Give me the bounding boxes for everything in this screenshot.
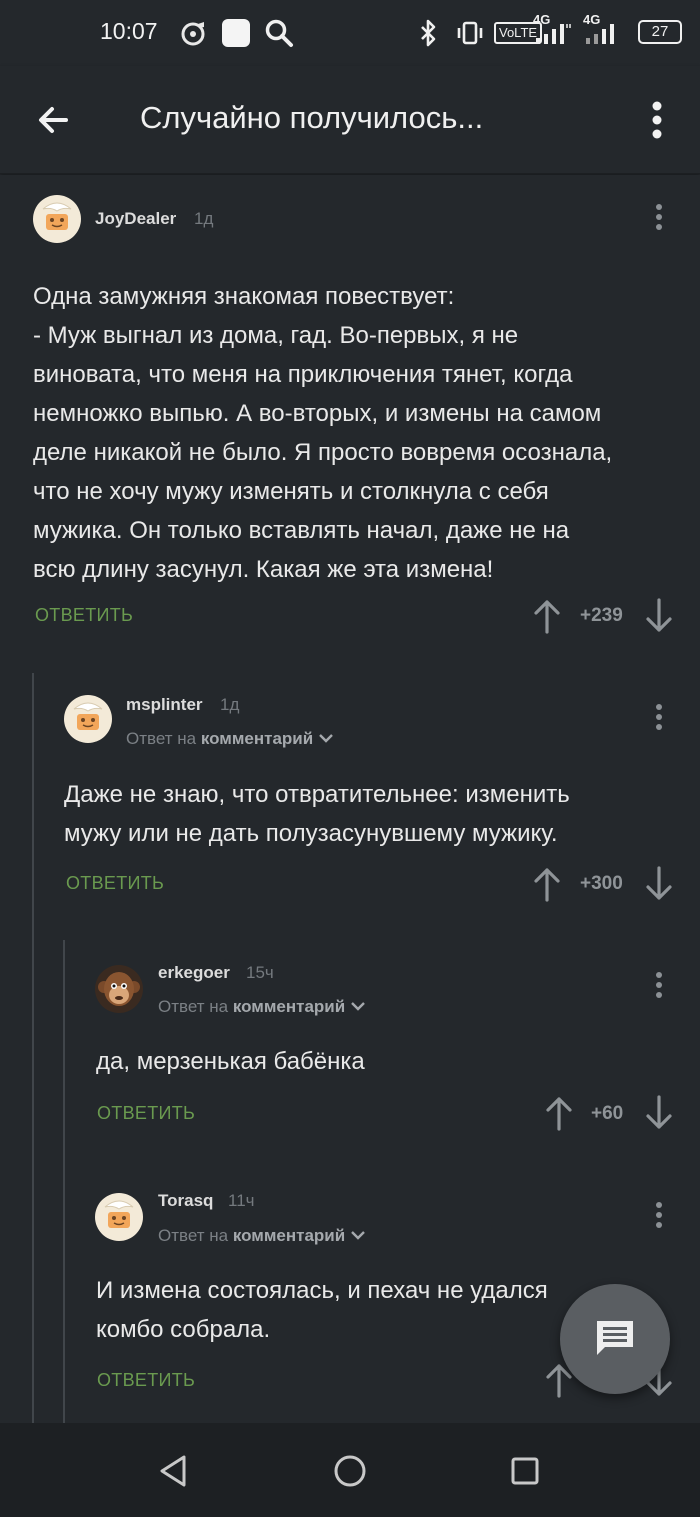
text-line: Одна замужняя знакомая повествует:	[33, 283, 455, 310]
comment-text: И измена состоялась, и пехач не удался к…	[96, 1271, 548, 1349]
avatar[interactable]	[64, 695, 112, 743]
reply-prefix: Ответ на	[158, 997, 229, 1016]
comment-time: 15ч	[246, 963, 274, 982]
chevron-down-icon	[319, 734, 333, 743]
text-line: деле никакой не было. Я просто вовремя о…	[33, 439, 613, 466]
system-nav-bar	[0, 1423, 700, 1517]
upvote-icon[interactable]	[544, 1095, 574, 1131]
upvote-icon[interactable]	[532, 598, 562, 634]
text-line: что не хочу мужу изменять и столкнула с …	[33, 478, 549, 505]
reply-button[interactable]: ОТВЕТИТЬ	[97, 1370, 195, 1391]
chevron-down-icon	[351, 1231, 365, 1240]
author-name[interactable]: Torasq	[158, 1191, 213, 1211]
chevron-down-icon	[351, 1002, 365, 1011]
default-avatar-icon	[64, 695, 112, 743]
avatar[interactable]	[95, 1193, 143, 1241]
thread-line	[32, 673, 34, 1423]
app-bar: Случайно получилось...	[0, 66, 700, 174]
default-avatar-icon	[95, 1193, 143, 1241]
text-line: немножко выпью. А во-вторых, и измены на…	[33, 400, 602, 427]
music-icon	[181, 22, 205, 46]
comment-time: 1д	[194, 209, 214, 228]
comment-time: 1д	[220, 695, 240, 714]
reply-button[interactable]: ОТВЕТИТЬ	[97, 1103, 195, 1124]
reply-target: комментарий	[200, 729, 314, 748]
monkey-avatar-icon	[95, 965, 143, 1013]
add-comment-button[interactable]	[560, 1284, 670, 1394]
thread-line	[63, 940, 65, 1423]
status-time: 10:07	[100, 18, 158, 44]
text-line: мужу или не дать полузасунувшему мужику.	[64, 820, 558, 847]
nav-recents-icon[interactable]	[505, 1451, 545, 1491]
author-name[interactable]: erkegoer	[158, 963, 230, 983]
text-line: И измена состоялась, и пехач не удался	[96, 1277, 548, 1304]
page-title: Случайно получилось...	[140, 100, 484, 135]
bluetooth-icon	[421, 19, 436, 47]
comment-time: 11ч	[228, 1191, 255, 1210]
reply-prefix: Ответ на	[126, 729, 197, 748]
signal-4g-icon	[536, 24, 571, 44]
reply-target: комментарий	[232, 1226, 346, 1245]
downvote-icon[interactable]	[644, 866, 674, 902]
avatar[interactable]	[33, 195, 81, 243]
author-name[interactable]: JoyDealer	[95, 209, 176, 229]
comments-list[interactable]: JoyDealer 1д Одна замужняя знакомая пове…	[0, 175, 700, 1423]
text-line: мужика. Он только вставлять начал, даже …	[33, 517, 570, 544]
author-name[interactable]: msplinter	[126, 695, 203, 715]
nav-home-icon[interactable]	[330, 1451, 370, 1491]
reply-to-link[interactable]: Ответ на комментарий	[158, 997, 366, 1017]
text-line: да, мерзенькая бабёнка	[96, 1048, 365, 1075]
more-vertical-icon[interactable]	[640, 94, 674, 146]
battery-level: 27	[651, 23, 669, 40]
arrow-left-icon[interactable]	[30, 96, 78, 144]
comment-menu-icon[interactable]	[649, 1199, 669, 1233]
comment-score: +239	[580, 605, 623, 626]
comment-menu-icon[interactable]	[649, 201, 669, 235]
upvote-icon[interactable]	[532, 866, 562, 902]
text-line: всю длину засунул. Какая же эта измена!	[33, 556, 494, 583]
comment-score: +300	[580, 873, 623, 894]
comment-menu-icon[interactable]	[649, 969, 669, 1003]
nav-back-icon[interactable]	[154, 1451, 194, 1491]
comment-icon	[597, 1321, 633, 1355]
reply-target: комментарий	[232, 997, 346, 1016]
battery-icon: 27	[638, 20, 682, 44]
downvote-icon[interactable]	[644, 598, 674, 634]
text-line: Даже не знаю, что отвратительнее: измени…	[64, 781, 570, 808]
square-icon	[222, 19, 250, 47]
signal-4g-icon	[586, 24, 614, 44]
reply-to-link[interactable]: Ответ на комментарий	[158, 1226, 366, 1246]
vibrate-icon	[457, 21, 483, 45]
comment-score: +60	[591, 1103, 624, 1124]
default-avatar-icon	[33, 195, 81, 243]
text-line: виновата, что меня на приключения тянет,…	[33, 361, 573, 388]
reply-button[interactable]: ОТВЕТИТЬ	[66, 873, 164, 894]
search-icon	[265, 19, 293, 47]
comment-menu-icon[interactable]	[649, 701, 669, 735]
text-line: - Муж выгнал из дома, гад. Во-первых, я …	[33, 322, 519, 349]
downvote-icon[interactable]	[644, 1095, 674, 1131]
reply-prefix: Ответ на	[158, 1226, 229, 1245]
comment-text: Одна замужняя знакомая повествует: - Муж…	[33, 277, 612, 589]
avatar[interactable]	[95, 965, 143, 1013]
reply-button[interactable]: ОТВЕТИТЬ	[35, 605, 133, 626]
reply-to-link[interactable]: Ответ на комментарий	[126, 729, 334, 749]
text-line: комбо собрала.	[96, 1316, 271, 1343]
comment-text: да, мерзенькая бабёнка	[96, 1042, 365, 1081]
status-bar: 10:07 VoLTE 4G 4G 27	[0, 0, 700, 66]
comment-text: Даже не знаю, что отвратительнее: измени…	[64, 775, 570, 853]
